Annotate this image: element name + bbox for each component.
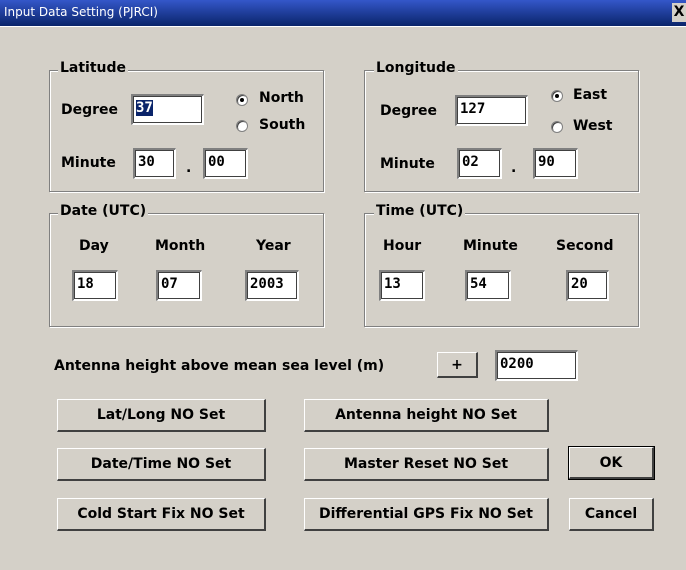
longitude-degree-label: Degree: [380, 103, 438, 119]
antenna-set-button[interactable]: Antenna height NO Set: [304, 399, 549, 432]
time-minute-label: Minute: [463, 238, 518, 254]
cold-start-button[interactable]: Cold Start Fix NO Set: [57, 498, 266, 531]
antenna-height-input[interactable]: 0200: [495, 350, 578, 381]
latitude-minute-fraction-input[interactable]: 00: [203, 148, 248, 179]
second-input[interactable]: 20: [566, 270, 609, 301]
east-label[interactable]: East: [573, 87, 607, 103]
ok-button[interactable]: OK: [568, 446, 655, 480]
hour-input[interactable]: 13: [379, 270, 425, 301]
south-radio[interactable]: [236, 120, 248, 132]
year-label: Year: [256, 238, 291, 254]
latitude-legend: Latitude: [58, 60, 129, 76]
north-radio[interactable]: [236, 94, 248, 106]
antenna-height-label: Antenna height above mean sea level (m): [54, 358, 385, 374]
month-input[interactable]: 07: [156, 270, 202, 301]
month-label: Month: [155, 238, 206, 254]
year-input[interactable]: 2003: [245, 270, 299, 301]
antenna-sign-button[interactable]: +: [437, 352, 478, 378]
time-minute-input[interactable]: 54: [465, 270, 511, 301]
differential-gps-button[interactable]: Differential GPS Fix NO Set: [304, 498, 549, 531]
longitude-minute-label: Minute: [380, 156, 435, 172]
west-label[interactable]: West: [573, 118, 612, 134]
latlong-set-button[interactable]: Lat/Long NO Set: [57, 399, 266, 432]
latitude-degree-input[interactable]: 37: [131, 94, 204, 125]
longitude-minute-input[interactable]: 02: [457, 148, 502, 179]
hour-label: Hour: [383, 238, 422, 254]
day-input[interactable]: 18: [72, 270, 118, 301]
master-reset-button[interactable]: Master Reset NO Set: [304, 448, 549, 481]
east-radio[interactable]: [551, 90, 563, 102]
cancel-button[interactable]: Cancel: [569, 498, 654, 531]
longitude-minute-fraction-input[interactable]: 90: [533, 148, 578, 179]
second-label: Second: [556, 238, 614, 254]
date-legend: Date (UTC): [58, 203, 149, 219]
latitude-degree-value: 37: [136, 100, 153, 116]
north-label[interactable]: North: [259, 90, 304, 106]
latitude-separator: .: [186, 160, 192, 176]
west-radio[interactable]: [551, 121, 563, 133]
day-label: Day: [79, 238, 109, 254]
longitude-degree-input[interactable]: 127: [455, 95, 528, 126]
close-icon[interactable]: X: [672, 3, 686, 22]
datetime-set-button[interactable]: Date/Time NO Set: [57, 448, 266, 481]
south-label[interactable]: South: [259, 117, 305, 133]
latitude-minute-label: Minute: [61, 155, 116, 171]
latitude-degree-label: Degree: [61, 102, 119, 118]
latitude-minute-input[interactable]: 30: [133, 148, 176, 179]
longitude-separator: .: [511, 160, 517, 176]
longitude-legend: Longitude: [374, 60, 458, 76]
window-title: Input Data Setting (PJRCI): [4, 5, 158, 19]
time-legend: Time (UTC): [374, 203, 466, 219]
